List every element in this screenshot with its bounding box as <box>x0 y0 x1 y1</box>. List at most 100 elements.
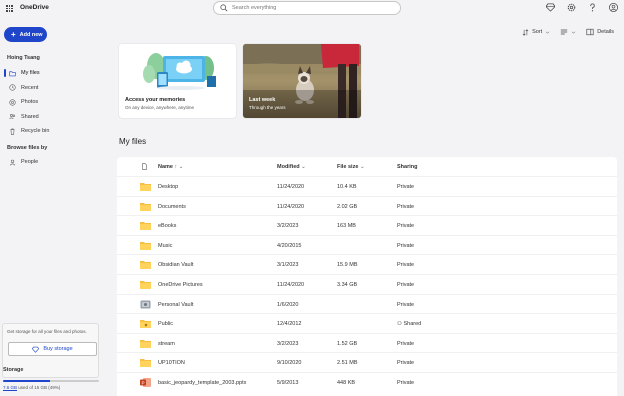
trash-icon <box>10 128 15 135</box>
memories-illustration <box>119 44 236 94</box>
sidebar-item-my-files[interactable]: My files <box>4 66 100 81</box>
card-title: Last week <box>249 97 276 103</box>
storage-heading: Storage <box>3 367 24 373</box>
file-name[interactable]: basic_jeopardy_template_2003.pptx <box>158 380 246 386</box>
file-name[interactable]: Documents <box>158 204 186 210</box>
file-list: Desktop 11/24/2020 10.4 KB Private Documents… <box>117 176 617 392</box>
details-button[interactable]: Details <box>586 28 614 36</box>
shared-folder-icon <box>140 320 151 329</box>
table-row[interactable]: Music 4/20/2015 Private <box>117 234 617 255</box>
last-week-card[interactable]: Last week Through the years <box>243 44 361 118</box>
search-box[interactable] <box>213 1 401 15</box>
column-header-sharing[interactable]: Sharing <box>397 164 417 170</box>
folder-icon <box>140 359 151 368</box>
app-launcher-icon[interactable] <box>6 5 13 12</box>
sharing-cell: Private <box>397 301 415 308</box>
view-options-button[interactable] <box>560 28 576 36</box>
table-row[interactable]: stream 3/2/2023 1.52 GB Private <box>117 332 617 353</box>
sidebar-item-recent[interactable]: Recent <box>4 81 100 96</box>
files-table: Name ↑ ⌄ Modified ⌄ File size ⌄ Sharing … <box>117 157 617 396</box>
search-icon <box>220 4 228 12</box>
column-header-size-label: File size <box>337 164 359 170</box>
card-subtitle: On any device, anywhere, anytime <box>125 105 195 110</box>
search-input[interactable] <box>232 5 392 11</box>
sharing-cell: Private <box>397 262 415 269</box>
person-icon <box>9 159 16 166</box>
sidebar-item-label: Photos <box>21 99 39 106</box>
file-name[interactable]: Desktop <box>158 184 178 190</box>
file-name[interactable]: stream <box>158 341 175 347</box>
table-row[interactable]: Obsidian Vault 3/1/2023 15.9 MB Private <box>117 254 617 274</box>
premium-diamond-icon[interactable] <box>545 3 556 12</box>
page-title: My files <box>119 137 147 146</box>
sort-label: Sort <box>532 29 543 35</box>
plus-icon: + <box>11 29 16 39</box>
column-header-size[interactable]: File size ⌄ <box>337 164 365 170</box>
memories-card[interactable]: Access your memories On any device, anyw… <box>119 44 236 118</box>
file-type-header-icon[interactable] <box>141 163 148 172</box>
view-toolbar: Sort Details <box>522 28 614 36</box>
sharing-cell: Private <box>397 242 415 249</box>
sidebar-item-label: Recycle bin <box>21 128 50 135</box>
file-name[interactable]: Music <box>158 243 172 249</box>
column-header-name[interactable]: Name ↑ ⌄ <box>158 164 183 170</box>
file-name[interactable]: UP10TION <box>158 360 185 366</box>
folder-icon <box>140 241 151 250</box>
table-row[interactable]: Public 12/4/2012 ⚇ Shared <box>117 313 617 333</box>
sidebar-item-people[interactable]: People <box>4 155 100 170</box>
folder-icon <box>140 261 151 270</box>
sidebar-nav: My files Recent Photos Shared Recycle bi… <box>4 66 100 139</box>
card-title: Access your memories <box>125 97 186 103</box>
sidebar-item-label: People <box>21 159 39 166</box>
file-name[interactable]: Personal Vault <box>158 302 193 308</box>
sidebar-item-label: My files <box>21 70 40 77</box>
table-row[interactable]: eBooks 3/2/2023 163 MB Private <box>117 215 617 235</box>
modified-cell: 3/1/2023 <box>277 262 299 269</box>
browse-heading: Browse files by <box>7 145 48 151</box>
modified-cell: 3/2/2023 <box>277 340 299 347</box>
column-header-name-label: Name <box>158 164 173 170</box>
sidebar-item-shared[interactable]: Shared <box>4 110 100 125</box>
settings-gear-icon[interactable] <box>567 3 576 12</box>
folder-icon <box>140 202 151 211</box>
modified-cell: 1/6/2020 <box>277 301 299 308</box>
table-row[interactable]: Pbasic_jeopardy_template_2003.pptx 5/9/20… <box>117 371 617 392</box>
table-row[interactable]: Documents 11/24/2020 2.02 GB Private <box>117 195 617 216</box>
storage-total-text: used of 15 GB (49%) <box>17 385 61 390</box>
table-row[interactable]: Personal Vault 1/6/2020 Private <box>117 293 617 314</box>
sharing-cell: Private <box>397 379 415 386</box>
people-icon <box>9 114 16 120</box>
app-title[interactable]: OneDrive <box>20 4 49 11</box>
table-row[interactable]: UP10TION 9/10/2020 2.51 MB Private <box>117 352 617 372</box>
sort-button[interactable]: Sort <box>522 28 550 36</box>
buy-storage-button[interactable]: Buy storage <box>8 342 97 356</box>
file-size-cell: 1.52 GB <box>337 340 358 347</box>
table-row[interactable]: Desktop 11/24/2020 10.4 KB Private <box>117 176 617 196</box>
sharing-cell: ⚇ Shared <box>397 321 421 327</box>
file-size-cell: 10.4 KB <box>337 184 357 190</box>
folder-icon <box>140 280 151 289</box>
help-icon[interactable] <box>588 3 597 12</box>
sidebar-item-photos[interactable]: Photos <box>4 95 100 110</box>
file-name[interactable]: Public <box>158 321 173 327</box>
file-name[interactable]: Obsidian Vault <box>158 262 193 268</box>
folder-icon <box>9 71 16 77</box>
folder-icon <box>140 222 151 231</box>
storage-used-link[interactable]: 7.6 GB <box>3 385 17 390</box>
sort-ascending-icon: ↑ ⌄ <box>174 164 184 170</box>
add-new-button[interactable]: + Add new <box>4 27 47 42</box>
sidebar-item-recycle-bin[interactable]: Recycle bin <box>4 124 100 139</box>
file-name[interactable]: OneDrive Pictures <box>158 282 203 288</box>
table-row[interactable]: OneDrive Pictures 11/24/2020 3.34 GB Privat… <box>117 273 617 294</box>
column-header-modified[interactable]: Modified ⌄ <box>277 164 306 170</box>
buy-storage-label: Buy storage <box>43 346 73 352</box>
table-header: Name ↑ ⌄ Modified ⌄ File size ⌄ Sharing <box>117 161 617 175</box>
chevron-down-icon: ⌄ <box>359 164 365 170</box>
add-new-label: Add new <box>19 31 43 38</box>
top-bar: OneDrive <box>0 0 624 17</box>
file-size-cell: 2.51 MB <box>337 360 358 367</box>
list-view-icon <box>560 29 568 35</box>
modified-cell: 12/4/2012 <box>277 321 302 328</box>
file-name[interactable]: eBooks <box>158 223 176 229</box>
avatar[interactable] <box>609 3 618 12</box>
